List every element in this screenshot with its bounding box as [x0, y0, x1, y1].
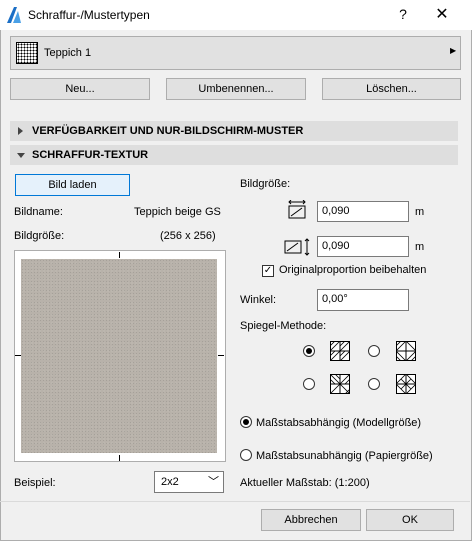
mirror-vertical-icon: [330, 374, 350, 394]
mirror-horizontal-icon: [396, 341, 416, 361]
keep-proportion-checkbox[interactable]: ✓: [262, 265, 274, 277]
height-unit: m: [415, 241, 425, 253]
availability-section-header[interactable]: VERFÜGBARKEIT UND NUR-BILDSCHIRM-MUSTER: [10, 121, 458, 141]
rename-button[interactable]: Umbenennen...: [166, 78, 306, 100]
sample-select[interactable]: 2x2 ﹀: [154, 471, 224, 493]
texture-section-header[interactable]: SCHRAFFUR-TEXTUR: [10, 145, 458, 165]
fill-type-name: Teppich 1: [44, 47, 92, 59]
collapse-arrow-icon: [17, 153, 25, 158]
window-title: Schraffur-/Mustertypen: [28, 8, 150, 22]
preview-tick-bottom: [119, 455, 120, 461]
keep-proportion-label: Originalproportion beibehalten: [279, 264, 427, 276]
width-input[interactable]: 0,090: [317, 201, 409, 222]
width-icon: [288, 200, 306, 219]
angle-input[interactable]: 0,00°: [317, 289, 409, 311]
mirror-none-icon: [330, 341, 350, 361]
load-image-button[interactable]: Bild laden: [15, 174, 130, 196]
image-name-label: Bildname:: [14, 206, 63, 218]
availability-section-label: VERFÜGBARKEIT UND NUR-BILDSCHIRM-MUSTER: [32, 125, 304, 137]
scale-independent-label: Maßstabsunabhängig (Papiergröße): [256, 450, 433, 462]
preview-tick-left: [15, 355, 21, 356]
width-unit: m: [415, 206, 425, 218]
fill-pattern-swatch-icon: [16, 42, 38, 64]
ok-button[interactable]: OK: [366, 509, 454, 531]
sample-select-value: 2x2: [161, 476, 179, 488]
selector-arrow-icon: ▶: [450, 46, 457, 55]
chevron-down-icon: ﹀: [208, 476, 219, 488]
mirror-method-label: Spiegel-Methode:: [240, 320, 327, 332]
expand-arrow-icon: [18, 127, 23, 135]
size-label: Bildgröße:: [240, 178, 291, 190]
delete-button[interactable]: Löschen...: [322, 78, 461, 100]
image-size-label: Bildgröße:: [14, 230, 65, 242]
preview-tick-top: [119, 252, 120, 258]
sample-label: Beispiel:: [14, 477, 56, 489]
scale-dependent-label: Maßstabsabhängig (Modellgröße): [256, 417, 422, 429]
angle-label: Winkel:: [240, 294, 277, 306]
current-scale-label: Aktueller Maßstab: (1:200): [240, 477, 370, 489]
texture-image: [21, 259, 217, 453]
new-button[interactable]: Neu...: [10, 78, 150, 100]
image-name-value: Teppich beige GS: [134, 206, 221, 218]
app-icon: [7, 7, 21, 23]
cancel-button[interactable]: Abbrechen: [261, 509, 361, 531]
image-size-value: (256 x 256): [160, 230, 216, 242]
height-input[interactable]: 0,090: [317, 236, 409, 257]
texture-section-label: SCHRAFFUR-TEXTUR: [32, 149, 149, 161]
scale-independent-radio[interactable]: [240, 449, 252, 461]
height-icon: [284, 238, 310, 256]
mirror-none-radio[interactable]: [303, 345, 315, 357]
help-button[interactable]: ?: [393, 6, 413, 22]
scale-dependent-radio[interactable]: [240, 416, 252, 428]
preview-tick-right: [218, 355, 224, 356]
mirror-both-icon: [396, 374, 416, 394]
mirror-vertical-radio[interactable]: [303, 378, 315, 390]
footer-separator: [0, 501, 470, 502]
mirror-both-radio[interactable]: [368, 378, 380, 390]
mirror-horizontal-radio[interactable]: [368, 345, 380, 357]
close-button[interactable]: ✕: [432, 4, 452, 24]
